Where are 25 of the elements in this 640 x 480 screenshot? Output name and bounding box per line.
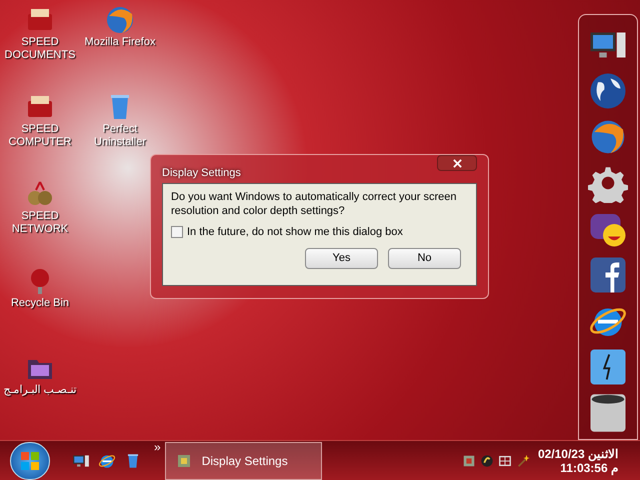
dont-show-checkbox[interactable]: In the future, do not show me this dialog box [171,224,468,240]
clock-date: الاثنين 02/10/23 [538,446,618,460]
magic-wand-icon [516,454,530,468]
clock-time: م 11:03:56 [560,460,618,474]
close-button[interactable] [437,155,477,171]
checkbox[interactable] [171,226,183,238]
close-icon [452,158,462,168]
start-button[interactable] [10,442,50,480]
dialog-message: Do you want Windows to automatically correct your screen resolution and color depth settings? [171,190,458,218]
windows-logo-icon [20,450,40,470]
app-icon [462,454,476,468]
swirl-icon [480,454,494,468]
window-title: Display Settings [162,166,241,181]
clock[interactable]: الاثنين 02/10/23 م 11:03:56 [538,446,618,474]
dialog-button[interactable]: Yes [305,248,378,268]
globe-icon [588,71,628,111]
taskbar-task[interactable]: Display Settings [164,442,322,480]
overflow-chevron[interactable]: » [154,441,161,453]
trash-can-icon [588,393,628,433]
tray-icon[interactable] [516,452,530,468]
dialog-button[interactable]: No [388,248,461,268]
fox-globe-icon [104,4,136,36]
f-logo-icon [588,255,628,295]
tray-icon[interactable] [480,452,494,468]
grid-icon [498,454,512,468]
